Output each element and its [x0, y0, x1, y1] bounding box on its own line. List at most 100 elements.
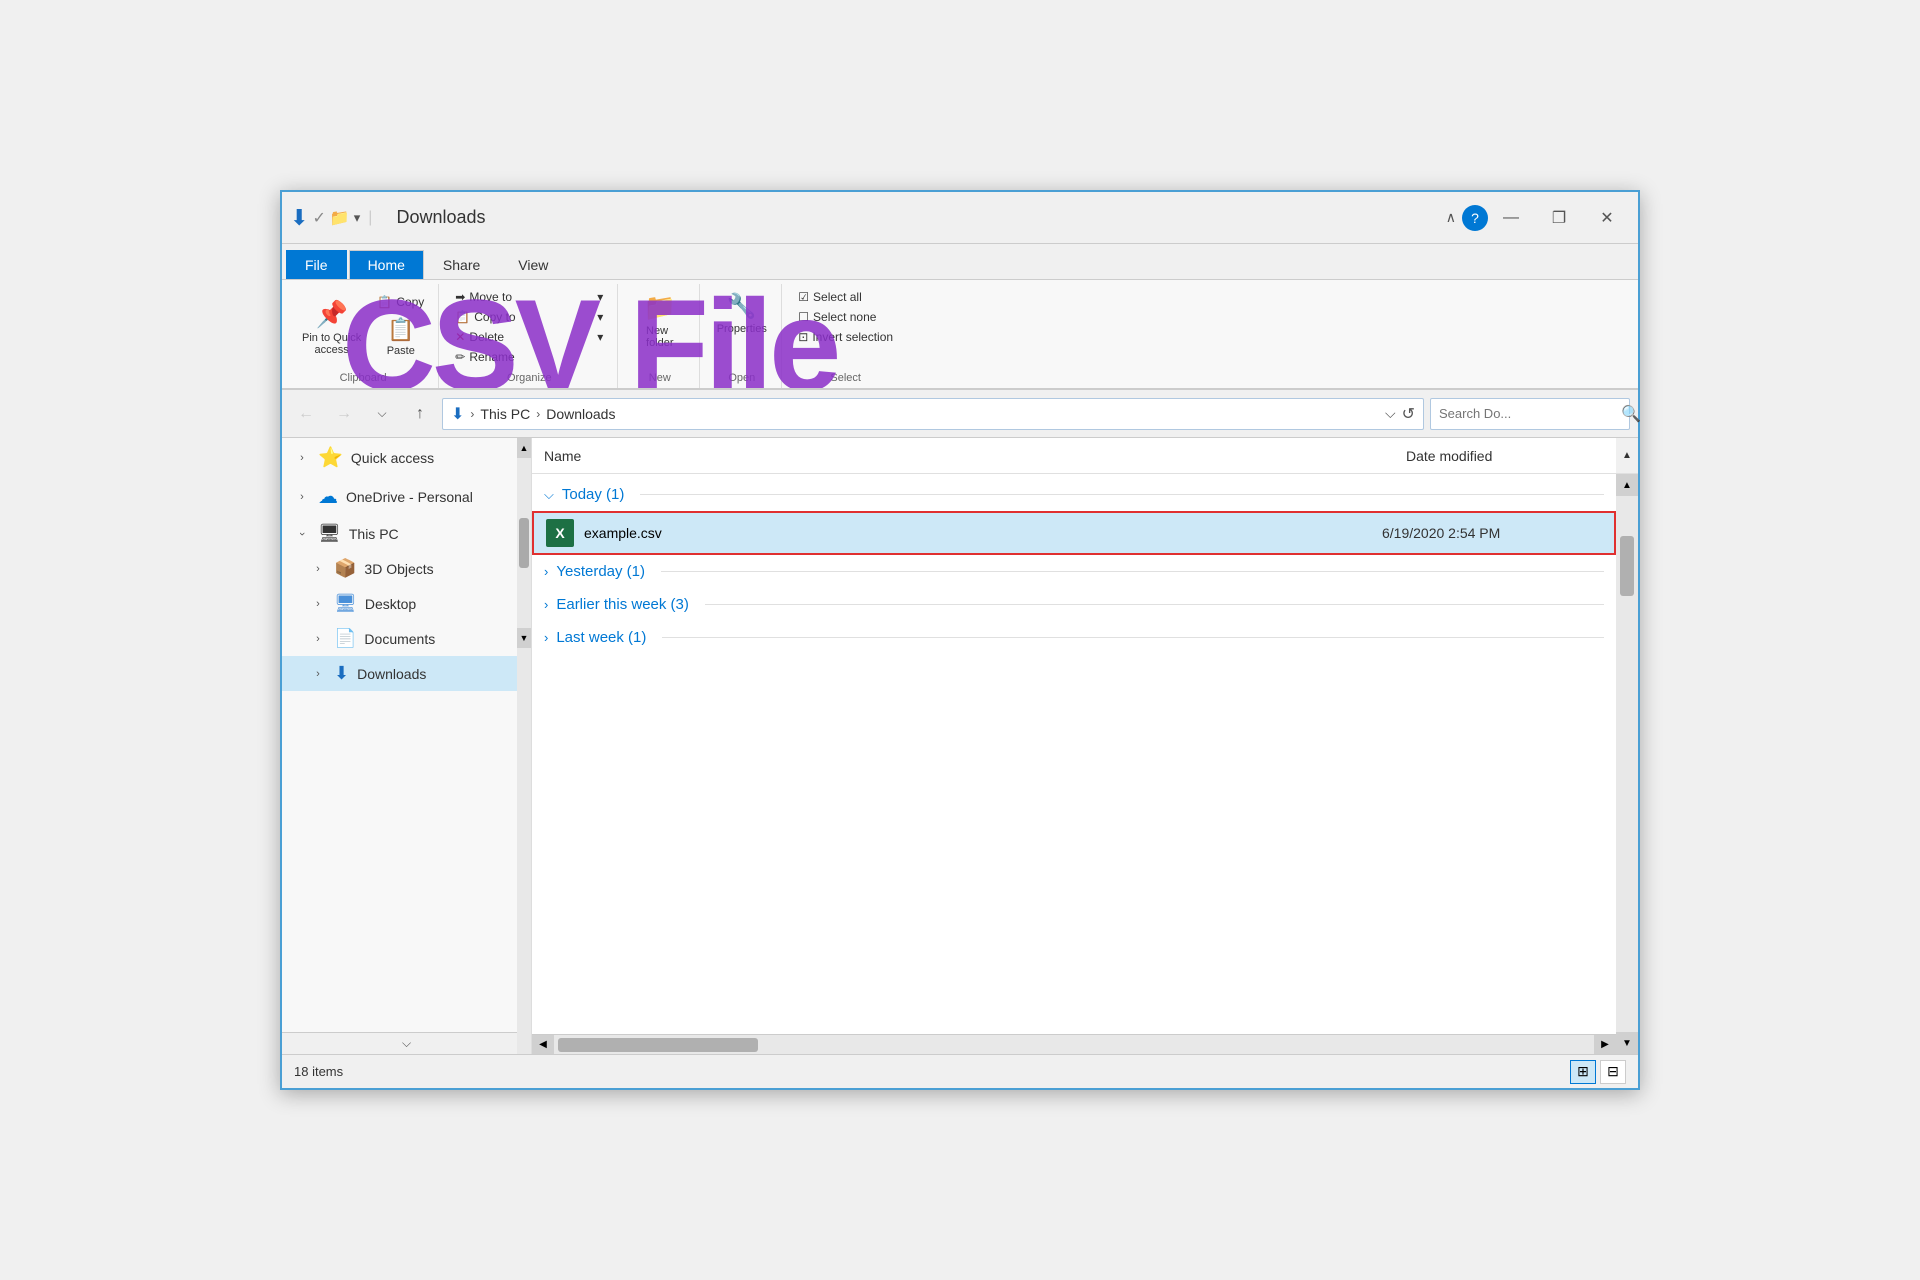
select-all-button[interactable]: ☑ Select all [792, 288, 899, 306]
group-yesterday[interactable]: › Yesterday (1) [532, 555, 1616, 588]
refresh-button[interactable]: ↺ [1402, 404, 1415, 424]
documents-icon: 📄 [334, 628, 356, 649]
group-today[interactable]: ⌵ Today (1) [532, 478, 1616, 511]
tab-share[interactable]: Share [424, 250, 499, 279]
sidebar-scroll-down-arrow[interactable]: ▼ [517, 628, 531, 648]
copy-button[interactable]: 📋 Copy [371, 293, 430, 311]
column-date-modified[interactable]: Date modified [1406, 448, 1626, 464]
vertical-scrollbar[interactable]: ▲ ▼ [1616, 474, 1638, 1054]
folder-icon-small: 📁 [330, 208, 350, 228]
customize-icon[interactable]: ▾ [354, 210, 361, 226]
documents-label: Documents [364, 631, 435, 647]
tab-file[interactable]: File [286, 250, 347, 279]
onedrive-expand-icon: › [294, 489, 310, 505]
group-earlier-this-week[interactable]: › Earlier this week (3) [532, 588, 1616, 621]
pin-label: Pin to Quickaccess [302, 332, 361, 356]
horiz-scroll-left[interactable]: ◀ [532, 1035, 554, 1055]
downloads-nav-label: Downloads [357, 666, 426, 682]
expand-icon: › [294, 450, 310, 466]
rename-label: Rename [469, 350, 514, 364]
this-pc-label: This PC [349, 526, 399, 542]
help-button[interactable]: ? [1462, 205, 1488, 231]
sidebar-item-3d-objects[interactable]: › 📦 3D Objects [282, 551, 517, 586]
delete-label: Delete [469, 330, 504, 344]
pin-to-quick-access-button[interactable]: 📌 Pin to Quickaccess [296, 295, 367, 360]
tab-view[interactable]: View [499, 250, 567, 279]
open-label: Open [728, 368, 755, 384]
file-area: Name Date modified ▲ ⌵ Today (1) [532, 438, 1638, 1054]
search-bar[interactable]: 🔍 [1430, 398, 1630, 430]
minimize-button[interactable]: — [1488, 202, 1534, 234]
horizontal-scrollbar[interactable]: ◀ ▶ [532, 1034, 1616, 1054]
sidebar: › ⭐ Quick access › ☁ OneDrive - Personal… [282, 438, 532, 1054]
downloads-expand-icon: › [310, 666, 326, 682]
scroll-thumb[interactable] [1620, 536, 1634, 596]
search-icon[interactable]: 🔍 [1621, 404, 1641, 424]
sidebar-item-this-pc[interactable]: › 🖥 This PC [282, 516, 517, 551]
maximize-button[interactable]: ❐ [1536, 202, 1582, 234]
item-count: 18 items [294, 1064, 343, 1079]
forward-button[interactable]: → [328, 398, 360, 430]
invert-selection-button[interactable]: ⊡ Invert selection [792, 328, 899, 346]
scroll-down-arrow[interactable]: ▼ [1616, 1032, 1638, 1054]
file-item-example-csv[interactable]: example.csv 6/19/2020 2:54 PM [532, 511, 1616, 555]
address-dropdown-btn[interactable]: ⌵ [1385, 405, 1396, 422]
details-view-button[interactable]: ⊞ [1570, 1060, 1596, 1084]
organize-label: Organize [507, 368, 552, 384]
address-arrow-1: › [470, 407, 474, 421]
today-separator [640, 494, 1604, 495]
rename-button[interactable]: ✏ Rename [449, 348, 609, 366]
horiz-scroll-thumb[interactable] [558, 1038, 758, 1052]
move-icon: ➡ [455, 290, 465, 304]
horiz-scroll-right[interactable]: ▶ [1594, 1035, 1616, 1055]
horiz-scroll-track[interactable] [554, 1035, 1594, 1054]
properties-icon: 🔧 [727, 292, 757, 321]
new-folder-button[interactable]: 📁 Newfolder [635, 288, 685, 353]
copy-to-button[interactable]: 📋 Copy to ▾ [449, 308, 609, 326]
path-this-pc[interactable]: This PC [480, 406, 530, 422]
undo-icon[interactable]: ✓ [312, 208, 325, 228]
scroll-top-arrow[interactable]: ▲ [1616, 438, 1638, 473]
yesterday-label: Yesterday (1) [556, 563, 645, 580]
back-button[interactable]: ← [290, 398, 322, 430]
separator: | [368, 209, 372, 227]
3d-objects-icon: 📦 [334, 558, 356, 579]
column-name[interactable]: Name [544, 448, 1406, 464]
last-week-separator [662, 637, 1604, 638]
sidebar-item-onedrive[interactable]: › ☁ OneDrive - Personal [282, 477, 517, 516]
delete-button[interactable]: ✕ Delete ▾ [449, 328, 609, 346]
paste-button[interactable]: 📋 Paste [371, 313, 430, 361]
sidebar-scroll-up-arrow[interactable]: ▲ [517, 438, 531, 458]
sidebar-scroll-thumb[interactable] [519, 518, 529, 568]
tab-home[interactable]: Home [349, 250, 424, 279]
close-button[interactable]: ✕ [1584, 202, 1630, 234]
properties-label: Properties [717, 323, 767, 335]
desktop-expand-icon: › [310, 596, 326, 612]
sidebar-item-documents[interactable]: › 📄 Documents [282, 621, 517, 656]
earlier-expand-icon: › [544, 597, 548, 612]
sidebar-item-downloads[interactable]: › ⬇ Downloads [282, 656, 517, 691]
recent-locations-button[interactable]: ⌵ [366, 398, 398, 430]
invert-label: Invert selection [812, 330, 893, 344]
ribbon-collapse-btn[interactable]: ∧ [1446, 209, 1456, 226]
sidebar-item-quick-access[interactable]: › ⭐ Quick access [282, 438, 517, 477]
sidebar-item-desktop[interactable]: › 🖥 Desktop [282, 586, 517, 621]
column-name-label: Name [544, 448, 581, 464]
sidebar-scrollbar[interactable]: ▲ ▼ [517, 438, 531, 1054]
delete-chevron: ▾ [597, 330, 603, 344]
path-downloads[interactable]: Downloads [546, 406, 615, 422]
scroll-up-arrow[interactable]: ▲ [1616, 474, 1638, 496]
move-to-button[interactable]: ➡ Move to ▾ [449, 288, 609, 306]
up-button[interactable]: ↑ [404, 398, 436, 430]
ribbon-help: ∧ ? [1446, 205, 1488, 231]
select-none-button[interactable]: ☐ Select none [792, 308, 899, 326]
csv-file-icon [546, 519, 574, 547]
sidebar-scroll-down[interactable]: ⌵ [282, 1032, 531, 1054]
group-last-week[interactable]: › Last week (1) [532, 621, 1616, 654]
pin-icon: 📌 [315, 299, 347, 330]
last-week-expand-icon: › [544, 630, 548, 645]
address-bar[interactable]: ⬇ › This PC › Downloads ⌵ ↺ [442, 398, 1424, 430]
search-input[interactable] [1439, 406, 1615, 421]
large-icons-view-button[interactable]: ⊟ [1600, 1060, 1626, 1084]
properties-button[interactable]: 🔧 Properties [711, 288, 773, 339]
